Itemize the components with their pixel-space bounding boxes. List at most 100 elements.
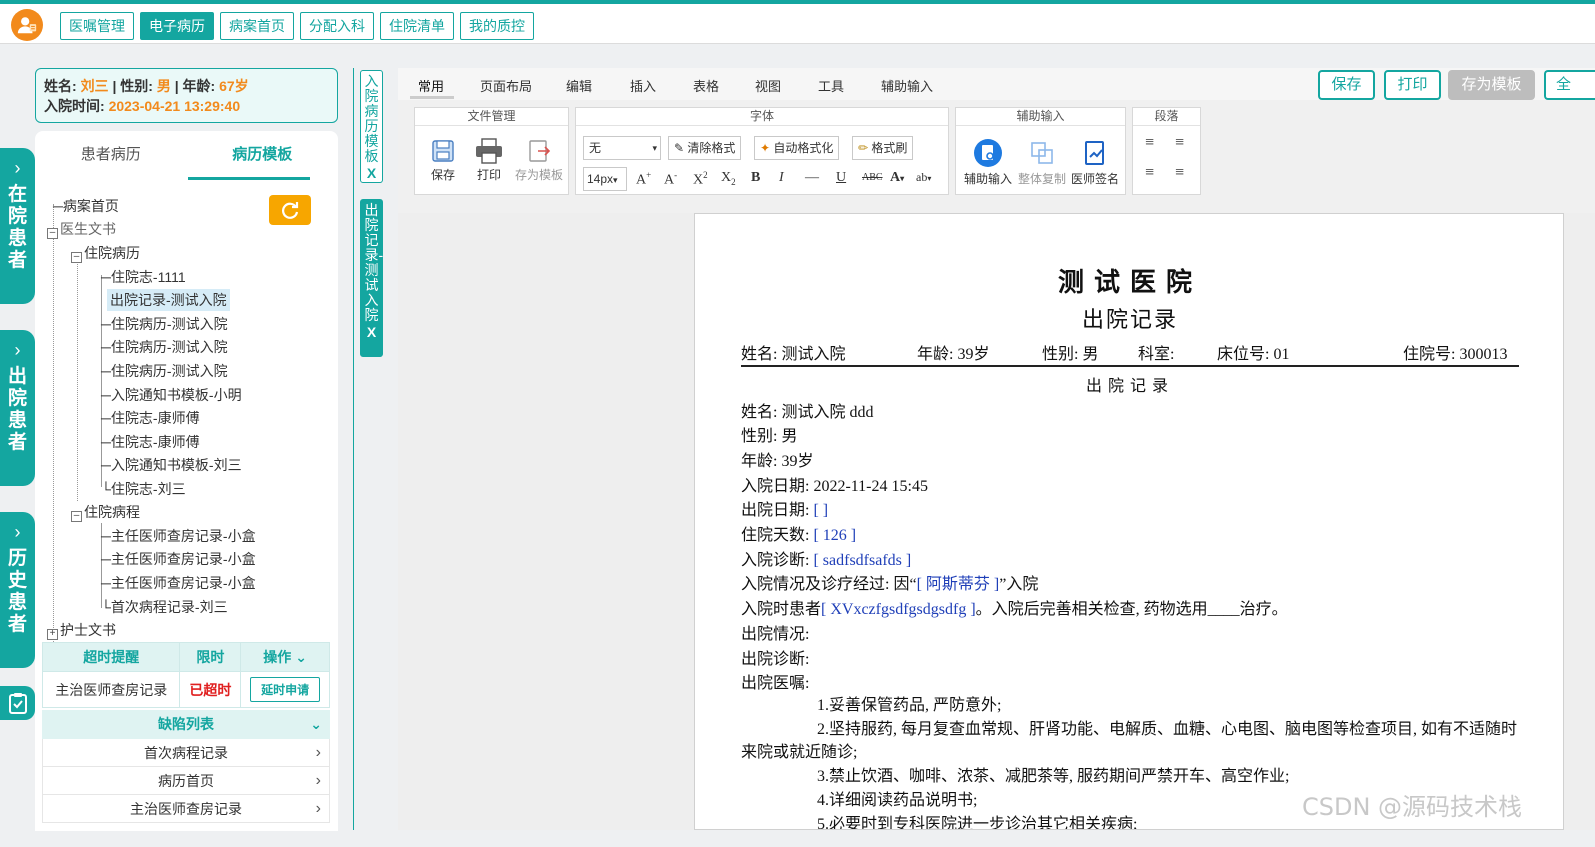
align-center-icon[interactable]: ≡ — [1175, 134, 1184, 152]
nav-order-management[interactable]: 医嘱管理 — [60, 12, 134, 40]
copy-all-button[interactable]: 整体复制 — [1016, 138, 1068, 187]
menu-assist-input[interactable]: 辅助输入 — [881, 76, 933, 95]
nav-case-front-page[interactable]: 病案首页 — [220, 12, 294, 40]
doc-line-discharge-date: 出院日期: [ ] — [741, 496, 828, 520]
ribbon-save-button[interactable]: 保存 — [425, 138, 461, 183]
tree-node-case-front[interactable]: ─病案首页 — [53, 195, 119, 217]
font-size-increase-icon[interactable]: A+ — [636, 170, 651, 189]
menu-insert[interactable]: 插入 — [630, 76, 656, 95]
tree-leaf[interactable]: ─住院志-康师傅 — [101, 407, 200, 429]
tree-leaf[interactable]: ─住院志-康师傅 — [101, 431, 200, 453]
print-button[interactable]: 打印 — [1384, 70, 1441, 100]
defect-list-header[interactable]: 缺陷列表 ⌄ — [42, 710, 330, 739]
course-field[interactable]: [ 阿斯蒂芬 ] — [917, 576, 1000, 593]
discharge-date-field[interactable]: [ ] — [813, 502, 828, 519]
list-item[interactable]: 主治医师查房记录 › — [42, 795, 330, 823]
side-tab-discharged[interactable]: › 出院患者 — [0, 330, 35, 486]
menu-view[interactable]: 视图 — [755, 76, 781, 95]
tree-node-inpatient-records[interactable]: – 住院病历 — [71, 242, 140, 264]
tree-leaf[interactable]: ─住院志-1111 — [101, 266, 186, 288]
tree-leaf[interactable]: ─住院病历-测试入院 — [101, 360, 228, 382]
refresh-button[interactable] — [269, 195, 311, 225]
tree-leaf[interactable]: ─住院病历-测试入院 — [101, 313, 228, 335]
ribbon-save-template-button[interactable]: 存为模板 — [511, 138, 567, 183]
tab-discharge-record[interactable]: 出院记录-测试入院 X — [360, 199, 383, 357]
days-field[interactable]: [ 126 ] — [813, 527, 856, 544]
list-item[interactable]: 首次病程记录 › — [42, 739, 330, 767]
tree-node-label: 住院病历 — [84, 245, 140, 261]
align-right-icon[interactable]: ≡ — [1145, 164, 1154, 182]
highlight-color-icon[interactable]: ab▾ — [916, 170, 931, 185]
admit-diagnosis-field[interactable]: [ sadfsdfsafds ] — [813, 552, 911, 569]
tree-node-nurse-docs[interactable]: + 护士文书 — [47, 619, 116, 641]
menu-edit[interactable]: 编辑 — [566, 76, 592, 95]
tree-leaf[interactable]: ─住院病历-测试入院 — [101, 336, 228, 358]
format-painter-button[interactable]: ✏ 格式刷 — [852, 136, 914, 160]
magic-wand-icon: ✦ — [760, 141, 771, 155]
italic-icon[interactable]: I — [779, 170, 784, 186]
admit-time-label: 入院时间: — [44, 98, 105, 114]
collapse-icon[interactable]: – — [47, 228, 58, 239]
info-gender: 性别: 男 — [1042, 346, 1099, 363]
nav-inpatient-list[interactable]: 住院清单 — [380, 12, 454, 40]
clear-format-button[interactable]: ✎ 清除格式 — [668, 136, 742, 160]
font-family-select[interactable]: 无 ▾ — [583, 136, 661, 160]
document-page[interactable]: 测试医院 出院记录 姓名: 测试入院 年龄: 39岁 性别: 男 科室: 床位号… — [694, 213, 1564, 830]
side-tab-history[interactable]: › 历史患者 — [0, 512, 35, 668]
tab-admission-template[interactable]: 入院病历模板 X — [360, 70, 383, 183]
horizontal-line-icon[interactable]: — — [805, 170, 819, 186]
nav-emr[interactable]: 电子病历 — [140, 12, 214, 40]
side-tab-inpatients[interactable]: › 在院患者 — [0, 148, 35, 304]
nav-my-qc[interactable]: 我的质控 — [460, 12, 534, 40]
nav-assign-admission[interactable]: 分配入科 — [300, 12, 374, 40]
admit-state-field[interactable]: [ XVxczfgsdfgsdgsdfg ] — [821, 601, 976, 618]
superscript-icon[interactable]: X2 — [693, 170, 708, 189]
subscript-icon[interactable]: X2 — [721, 170, 736, 187]
expand-icon[interactable]: + — [47, 629, 58, 640]
align-justify-icon[interactable]: ≡ — [1175, 164, 1184, 182]
strikethrough-icon[interactable]: ABC — [862, 172, 883, 183]
menu-tools[interactable]: 工具 — [818, 76, 844, 95]
ribbon-group-title: 辅助输入 — [956, 108, 1125, 126]
save-icon — [432, 140, 454, 162]
delay-request-button[interactable]: 延时申请 — [250, 677, 321, 702]
tree-leaf[interactable]: ─入院通知书模板-小明 — [101, 384, 242, 406]
tree-node-doctor-docs[interactable]: – 医生文书 — [47, 218, 116, 240]
tree-leaf[interactable]: ─主任医师查房记录-小盒 — [101, 548, 256, 570]
col-header-action[interactable]: 操作 ⌄ — [240, 642, 330, 672]
doctor-logo-icon[interactable] — [11, 9, 43, 41]
clipboard-check-icon[interactable] — [0, 686, 35, 720]
menu-page-layout[interactable]: 页面布局 — [480, 76, 532, 95]
font-color-icon[interactable]: A▾ — [890, 170, 904, 186]
tab-record-templates[interactable]: 病历模板 — [187, 131, 339, 181]
tree-leaf[interactable]: ─主任医师查房记录-小盒 — [101, 525, 256, 547]
warn-record-name: 主治医师查房记录 — [41, 671, 181, 708]
more-button[interactable]: 全 — [1544, 70, 1595, 100]
tree-node-course[interactable]: – 住院病程 — [71, 501, 140, 523]
tree-leaf[interactable]: └首次病程记录-刘三 — [101, 596, 228, 618]
tree-leaf[interactable]: └住院志-刘三 — [101, 478, 186, 500]
close-icon[interactable]: X — [361, 166, 382, 181]
menu-table[interactable]: 表格 — [693, 76, 719, 95]
save-button[interactable]: 保存 — [1318, 70, 1375, 100]
auto-format-button[interactable]: ✦ 自动格式化 — [754, 136, 840, 160]
font-size-decrease-icon[interactable]: A- — [664, 170, 677, 189]
bold-icon[interactable]: B — [751, 170, 760, 186]
font-size-select[interactable]: 14px▾ — [583, 167, 627, 191]
tab-patient-records[interactable]: 患者病历 — [35, 131, 187, 181]
list-item[interactable]: 病历首页 › — [42, 767, 330, 795]
tree-leaf[interactable]: ─入院通知书模板-刘三 — [101, 454, 242, 476]
doctor-sign-button[interactable]: 医师签名 — [1068, 138, 1122, 187]
tree-leaf[interactable]: ─主任医师查房记录-小盒 — [101, 572, 256, 594]
close-icon[interactable]: X — [360, 325, 383, 340]
menu-common[interactable]: 常用 — [418, 76, 444, 95]
save-as-template-button[interactable]: 存为模板 — [1448, 70, 1535, 100]
align-left-icon[interactable]: ≡ — [1145, 134, 1154, 152]
tree-leaf-selected[interactable]: 出院记录-测试入院 — [107, 289, 230, 311]
collapse-icon[interactable]: – — [71, 511, 82, 522]
font-size-value: 14px — [587, 172, 614, 186]
assist-input-button[interactable]: 辅助输入 — [962, 138, 1014, 187]
ribbon-print-button[interactable]: 打印 — [471, 138, 507, 183]
collapse-icon[interactable]: – — [71, 252, 82, 263]
underline-icon[interactable]: U — [836, 170, 846, 186]
